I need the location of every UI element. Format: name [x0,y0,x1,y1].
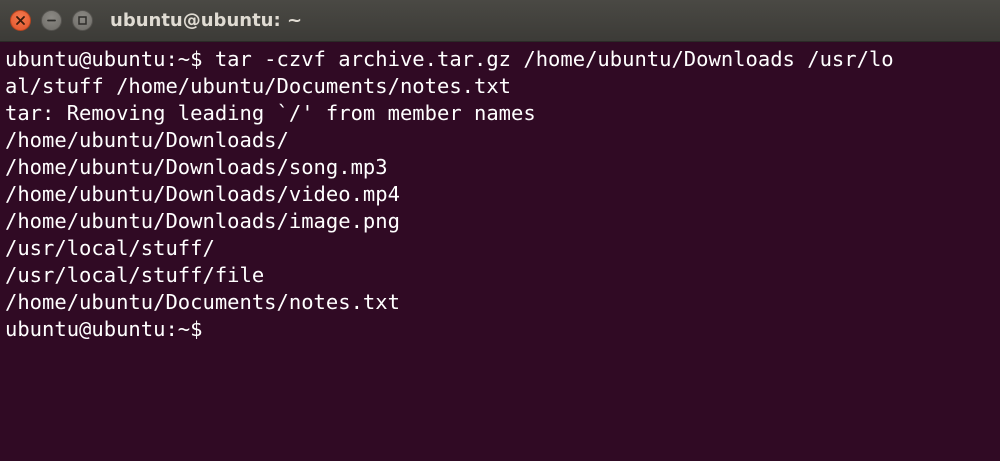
maximize-icon [78,16,87,25]
terminal-line: /home/ubuntu/Downloads/image.png [5,209,400,233]
terminal-line: tar: Removing leading `/' from member na… [5,101,536,125]
window-title: ubuntu@ubuntu: ~ [110,10,303,31]
minimize-icon [47,19,56,22]
terminal-line: al/stuff /home/ubuntu/Documents/notes.tx… [5,74,512,98]
terminal-line: /usr/local/stuff/ [5,236,215,260]
terminal-line: ubuntu@ubuntu:~$ tar -czvf archive.tar.g… [5,47,894,71]
terminal-output[interactable]: ubuntu@ubuntu:~$ tar -czvf archive.tar.g… [0,42,1000,461]
terminal-line: /home/ubuntu/Downloads/ [5,128,289,152]
terminal-line: /home/ubuntu/Downloads/video.mp4 [5,182,400,206]
close-icon [16,16,25,25]
terminal-window: ubuntu@ubuntu: ~ ubuntu@ubuntu:~$ tar -c… [0,0,1000,461]
close-button[interactable] [10,10,31,31]
title-bar[interactable]: ubuntu@ubuntu: ~ [0,0,1000,42]
terminal-line: /home/ubuntu/Downloads/song.mp3 [5,155,388,179]
minimize-button[interactable] [41,10,62,31]
maximize-button[interactable] [72,10,93,31]
terminal-line: /usr/local/stuff/file [5,263,265,287]
terminal-prompt: ubuntu@ubuntu:~$ [5,317,203,341]
terminal-line: /home/ubuntu/Documents/notes.txt [5,290,400,314]
